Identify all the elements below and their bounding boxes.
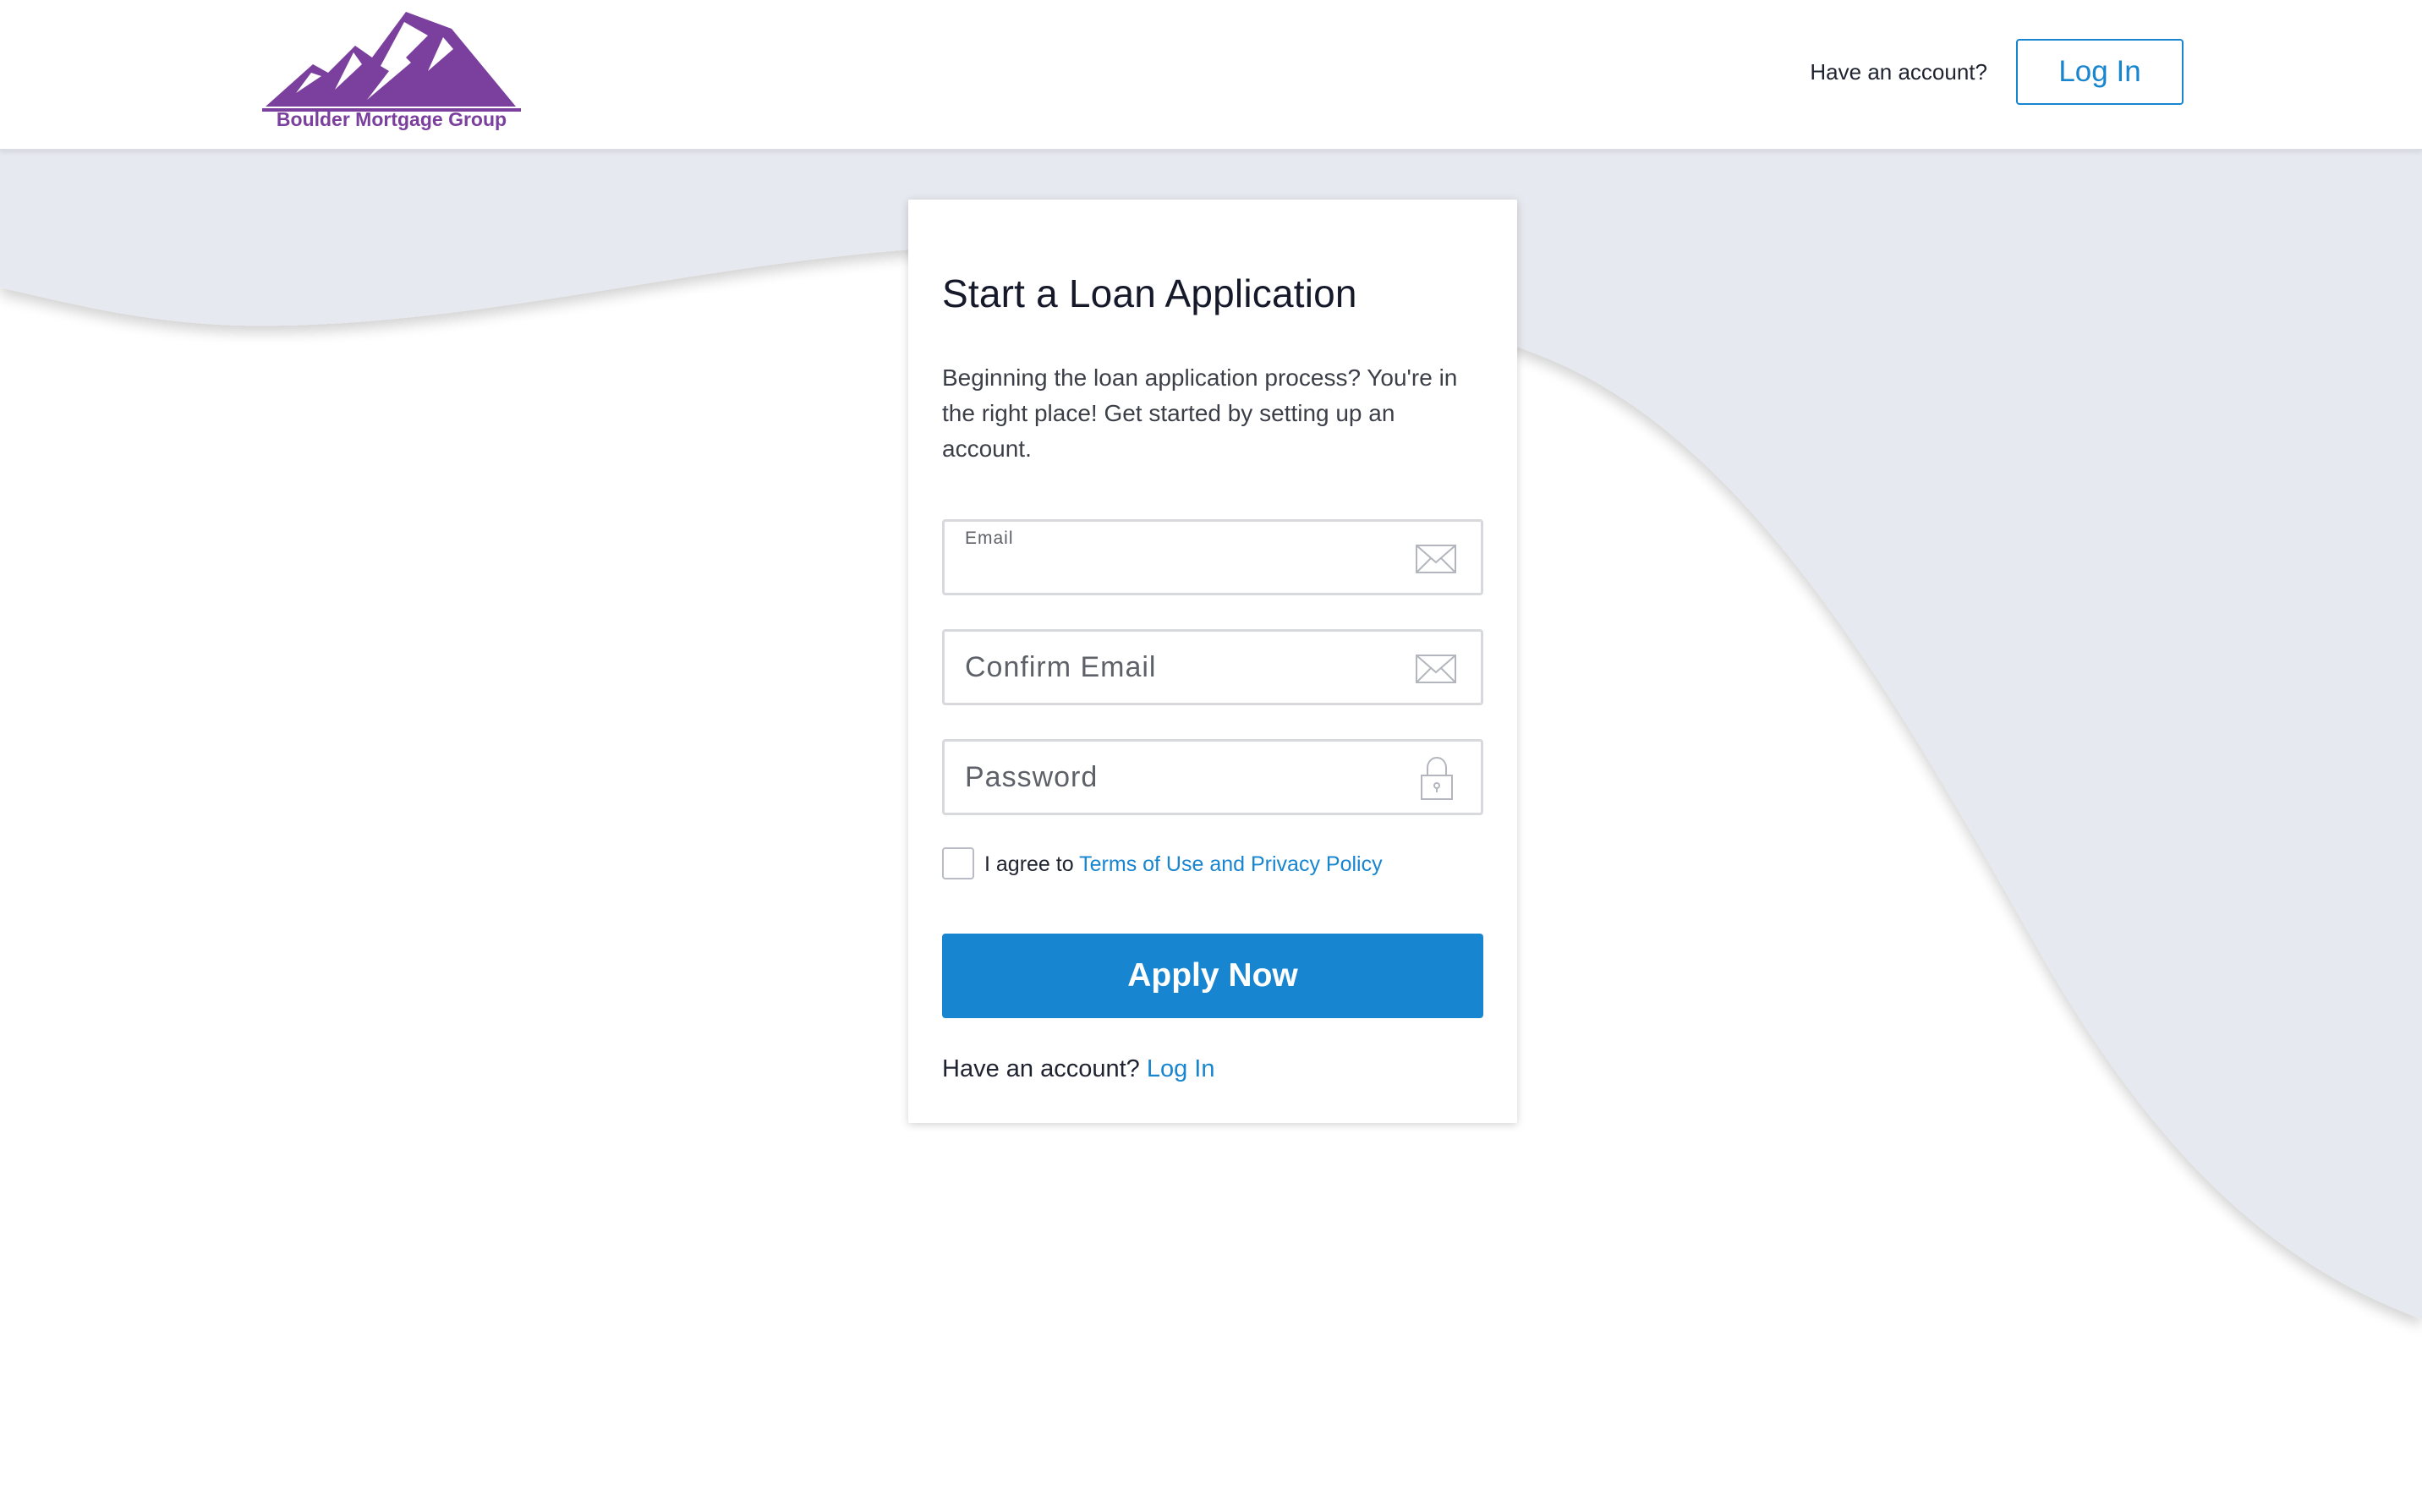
brand-name: Boulder Mortgage Group bbox=[276, 108, 507, 130]
footer-account-prompt: Have an account? Log In bbox=[942, 1055, 1214, 1083]
terms-checkbox[interactable] bbox=[942, 847, 974, 879]
apply-now-button[interactable]: Apply Now bbox=[942, 934, 1483, 1018]
envelope-icon bbox=[1415, 652, 1457, 686]
envelope-icon bbox=[1415, 542, 1457, 576]
email-field[interactable]: Email bbox=[942, 519, 1483, 595]
email-input[interactable] bbox=[965, 547, 1405, 593]
confirm-email-field[interactable] bbox=[942, 629, 1483, 705]
confirm-email-input[interactable] bbox=[965, 632, 1405, 703]
card-description: Beginning the loan application process? … bbox=[942, 364, 1458, 462]
header-login-button[interactable]: Log In bbox=[2016, 39, 2184, 105]
terms-privacy-link[interactable]: Terms of Use and Privacy Policy bbox=[1079, 852, 1382, 876]
terms-prefix: I agree to bbox=[984, 852, 1074, 876]
site-header: Boulder Mortgage Group Have an account? … bbox=[0, 0, 2422, 151]
footer-prompt-text: Have an account? bbox=[942, 1055, 1140, 1082]
terms-text: I agree to Terms of Use and Privacy Poli… bbox=[984, 852, 1383, 877]
footer-login-link[interactable]: Log In bbox=[1147, 1055, 1215, 1082]
card-title: Start a Loan Application bbox=[942, 271, 1357, 315]
password-field[interactable] bbox=[942, 739, 1483, 815]
lock-icon bbox=[1418, 755, 1455, 801]
email-label: Email bbox=[965, 529, 1014, 548]
password-input[interactable] bbox=[965, 742, 1405, 813]
mountain-logo-icon bbox=[262, 12, 521, 112]
brand-logo[interactable]: Boulder Mortgage Group bbox=[262, 12, 521, 139]
terms-agreement: I agree to Terms of Use and Privacy Poli… bbox=[942, 847, 1483, 883]
header-account-prompt: Have an account? bbox=[1810, 59, 1987, 85]
loan-application-card: Start a Loan Application Beginning the l… bbox=[908, 200, 1517, 1123]
